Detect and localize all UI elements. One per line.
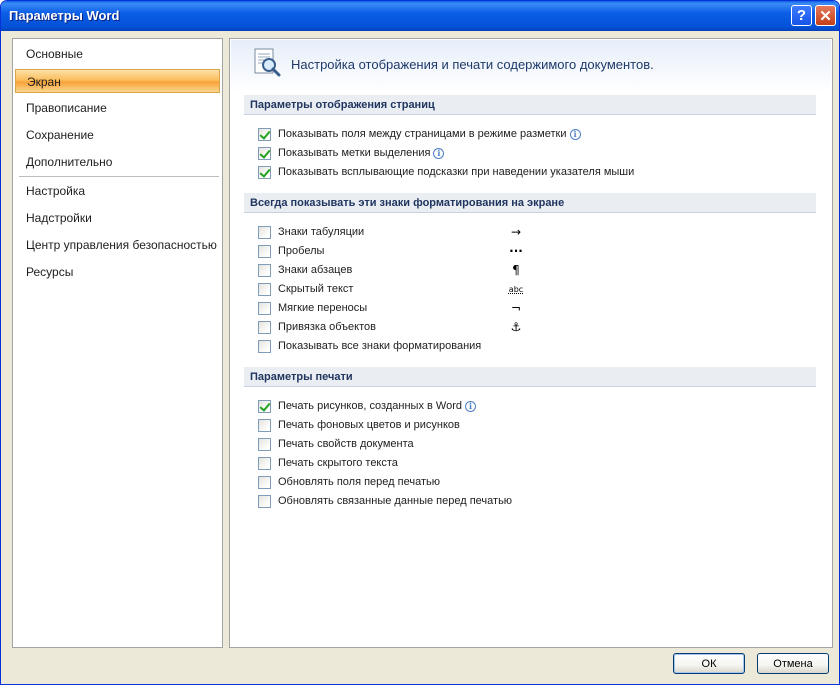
option-update-fields[interactable]: Обновлять поля перед печатью: [258, 473, 440, 491]
window-title: Параметры Word: [9, 8, 120, 23]
optional-hyphen-icon: ¬: [510, 301, 522, 315]
info-icon: i: [433, 147, 445, 159]
nav-item-nadstroyki[interactable]: Надстройки: [15, 206, 220, 230]
option-update-linked-data[interactable]: Обновлять связанные данные перед печатью: [258, 492, 512, 510]
close-icon: ✕: [819, 7, 832, 25]
cancel-button[interactable]: Отмена: [757, 653, 829, 674]
checkbox[interactable]: [258, 399, 271, 413]
option-label: Печать свойств документа: [278, 438, 414, 450]
nav-item-ekran[interactable]: Экран: [15, 69, 220, 93]
option-label: Обновлять поля перед печатью: [278, 476, 440, 488]
tab-arrow-icon: →: [510, 225, 522, 239]
nav-item-trust-center[interactable]: Центр управления безопасностью: [15, 233, 220, 257]
option-object-anchors[interactable]: Привязка объектов: [258, 318, 376, 336]
info-icon: i: [569, 128, 581, 140]
option-label: Показывать всплывающие подсказки при нав…: [278, 166, 635, 178]
checkbox[interactable]: [258, 339, 271, 353]
option-tab-characters[interactable]: Знаки табуляции: [258, 223, 364, 241]
checkbox[interactable]: [258, 437, 271, 451]
checkbox[interactable]: [258, 263, 271, 277]
checkbox[interactable]: [258, 244, 271, 258]
panel-header: Настройка отображения и печати содержимо…: [231, 40, 831, 92]
option-spaces[interactable]: Пробелы: [258, 242, 324, 260]
option-hidden-text[interactable]: Скрытый текст: [258, 280, 353, 298]
checkbox[interactable]: [258, 418, 271, 432]
checkbox[interactable]: [258, 146, 271, 160]
checkbox[interactable]: [258, 494, 271, 508]
option-label: Печать скрытого текста: [278, 457, 398, 469]
options-nav: Основные Экран Правописание Сохранение Д…: [12, 38, 223, 648]
option-show-highlighter-marks[interactable]: Показывать метки выделения i: [258, 144, 445, 162]
help-icon: ?: [796, 7, 807, 24]
option-label: Знаки табуляции: [278, 226, 365, 238]
options-panel: Настройка отображения и печати содержимо…: [229, 38, 833, 648]
option-label: Показывать все знаки форматирования: [278, 340, 482, 352]
checkbox[interactable]: [258, 456, 271, 470]
word-options-dialog: Параметры Word ? ✕ Основные Экран Правоп…: [0, 0, 840, 685]
hidden-text-icon: abc: [508, 284, 524, 294]
option-show-whitespace[interactable]: Показывать поля между страницами в режим…: [258, 125, 581, 143]
close-button[interactable]: ✕: [815, 5, 836, 26]
checkbox[interactable]: [258, 475, 271, 489]
section-print-title: Параметры печати: [244, 367, 816, 387]
option-label: Показывать метки выделения: [278, 147, 431, 159]
option-label: Скрытый текст: [278, 283, 354, 295]
nav-item-nastroyka[interactable]: Настройка: [15, 179, 220, 203]
option-label: Пробелы: [278, 245, 325, 257]
anchor-icon: ⚓: [510, 320, 522, 334]
section-display-title: Параметры отображения страниц: [244, 95, 816, 115]
info-icon: i: [465, 400, 476, 412]
option-optional-hyphens[interactable]: Мягкие переносы: [258, 299, 367, 317]
space-dots-icon: ···: [509, 244, 523, 258]
option-label: Печать фоновых цветов и рисунков: [278, 419, 460, 431]
section-formatting-marks-title: Всегда показывать эти знаки форматирован…: [244, 193, 816, 213]
nav-item-sohranenie[interactable]: Сохранение: [15, 123, 220, 147]
option-print-drawings[interactable]: Печать рисунков, созданных в Word i: [258, 397, 476, 415]
option-paragraph-marks[interactable]: Знаки абзацев: [258, 261, 352, 279]
option-label: Печать рисунков, созданных в Word: [278, 400, 462, 412]
option-label: Мягкие переносы: [278, 302, 368, 314]
nav-item-pravopisanie[interactable]: Правописание: [15, 96, 220, 120]
option-show-tooltips[interactable]: Показывать всплывающие подсказки при нав…: [258, 163, 634, 181]
option-print-properties[interactable]: Печать свойств документа: [258, 435, 414, 453]
nav-item-osnovnye[interactable]: Основные: [15, 42, 220, 66]
nav-item-dopolnitelno[interactable]: Дополнительно: [15, 150, 220, 174]
ok-button[interactable]: ОК: [673, 653, 745, 674]
checkbox[interactable]: [258, 320, 271, 334]
title-bar[interactable]: Параметры Word ? ✕: [1, 1, 839, 31]
option-label: Привязка объектов: [278, 321, 376, 333]
nav-separator: [19, 176, 219, 177]
checkbox[interactable]: [258, 282, 271, 296]
checkbox[interactable]: [258, 127, 271, 141]
option-label: Показывать поля между страницами в режим…: [278, 128, 567, 140]
checkbox[interactable]: [258, 301, 271, 315]
checkbox[interactable]: [258, 165, 271, 179]
nav-item-resursy[interactable]: Ресурсы: [15, 260, 220, 284]
help-button[interactable]: ?: [791, 5, 812, 26]
option-print-background[interactable]: Печать фоновых цветов и рисунков: [258, 416, 460, 434]
checkbox[interactable]: [258, 225, 271, 239]
option-label: Обновлять связанные данные перед печатью: [278, 495, 513, 507]
document-magnifier-icon: [254, 48, 281, 77]
panel-description: Настройка отображения и печати содержимо…: [291, 57, 654, 72]
option-label: Знаки абзацев: [278, 264, 353, 276]
option-all-formatting-marks[interactable]: Показывать все знаки форматирования: [258, 337, 481, 355]
pilcrow-icon: ¶: [512, 263, 520, 277]
option-print-hidden-text[interactable]: Печать скрытого текста: [258, 454, 398, 472]
